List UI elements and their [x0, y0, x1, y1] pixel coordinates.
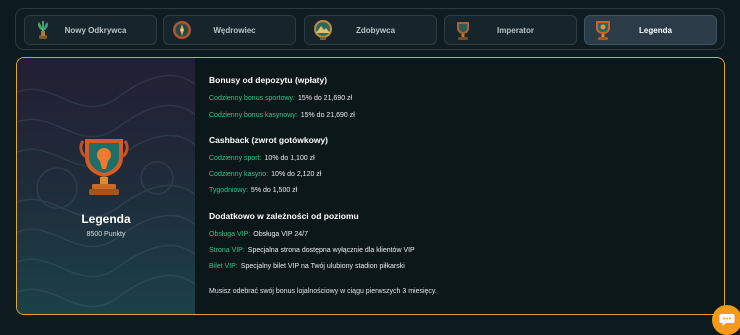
benefit-label: Strona VIP:: [209, 247, 245, 254]
benefit-line: Codzienny bonus kasynowy: 15% do 21,690 z…: [209, 112, 355, 119]
benefit-line: Strona VIP: Specjalna strona dostępna wył…: [209, 247, 415, 254]
benefit-label: Codzienny bonus sportowy:: [209, 95, 295, 102]
tab-zdobywca[interactable]: Zdobywca: [304, 15, 437, 45]
chat-bubble-icon: [719, 314, 735, 326]
tab-imperator[interactable]: Imperator: [444, 15, 577, 45]
benefit-line: Bilet VIP: Specjalny bilet VIP na Twój ul…: [209, 263, 405, 270]
benefit-value: 15% do 21,690 zł: [298, 95, 353, 102]
mountain-badge-icon: [314, 20, 332, 40]
benefit-line: Obsługa VIP: Obsługa VIP 24/7: [209, 231, 308, 238]
tab-wedrowiec[interactable]: Wędrowiec: [163, 15, 296, 45]
loyalty-note: Musisz odebrać swój bonus lojalnościowy …: [209, 288, 437, 295]
legend-trophy-icon: [596, 21, 610, 40]
rank-title: Legenda: [81, 212, 131, 226]
benefit-value: 10% do 2,120 zł: [271, 171, 322, 178]
rank-card: Legenda 8500 Punkty: [17, 58, 195, 314]
section-title-extra: Dodatkowo w zależności od poziomu: [209, 211, 359, 221]
benefit-value: 10% do 1,100 zł: [264, 155, 315, 162]
chat-button[interactable]: [712, 305, 740, 335]
benefit-value: Specjalny bilet VIP na Twój ulubiony sta…: [240, 263, 405, 270]
benefit-line: Tygodniowy: 5% do 1,500 zł: [209, 187, 297, 194]
benefit-value: 5% do 1,500 zł: [250, 187, 298, 194]
benefit-value: Specjalna strona dostępna wyłącznie dla …: [247, 247, 415, 254]
benefit-label: Tygodniowy:: [209, 187, 248, 194]
rank-details-panel: Legenda 8500 Punkty Bonusy od depozytu (…: [16, 57, 725, 315]
rank-points: 8500 Punkty: [86, 231, 126, 238]
benefit-label: Codzienny kasyno:: [209, 171, 269, 178]
benefit-line: Codzienny sport: 10% do 1,100 zł: [209, 155, 315, 162]
benefit-line: Codzienny kasyno: 10% do 2,120 zł: [209, 171, 321, 178]
benefit-value: Obsługa VIP 24/7: [253, 231, 308, 238]
benefit-value: 15% do 21,690 zł: [300, 112, 355, 119]
compass-badge-icon: [173, 21, 191, 39]
tab-nowy-odkrywca[interactable]: Nowy Odkrywca: [24, 15, 157, 45]
sprout-trophy-icon: [38, 21, 48, 39]
benefit-label: Obsługa VIP:: [209, 231, 251, 238]
benefit-label: Codzienny sport:: [209, 155, 262, 162]
section-title-deposit: Bonusy od depozytu (wpłaty): [209, 75, 328, 85]
benefits-list: Bonusy od depozytu (wpłaty) Codzienny bo…: [209, 58, 709, 314]
level-tabs: Nowy Odkrywca Wędrowiec Zdobywca Imperat…: [15, 8, 725, 50]
legend-trophy-icon: [79, 139, 129, 195]
benefit-line: Codzienny bonus sportowy: 15% do 21,690 z…: [209, 95, 352, 102]
section-title-cashback: Cashback (zwrot gotówkowy): [209, 135, 329, 145]
benefit-label: Codzienny bonus kasynowy:: [209, 112, 298, 119]
benefit-label: Bilet VIP:: [209, 263, 238, 270]
cup-trophy-icon: [457, 22, 469, 40]
tab-legenda[interactable]: Legenda: [584, 15, 717, 45]
